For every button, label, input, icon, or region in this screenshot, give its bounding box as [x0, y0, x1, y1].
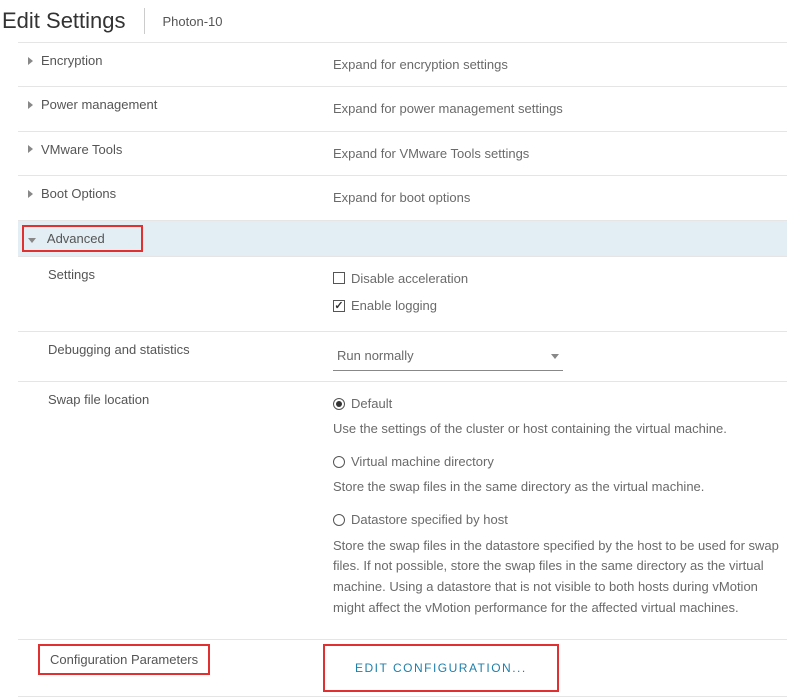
row-configuration-parameters: Configuration Parameters EDIT CONFIGURAT…	[18, 639, 787, 697]
checkbox-enable-logging[interactable]: Enable logging	[333, 294, 779, 317]
header: Edit Settings Photon-10	[0, 0, 787, 42]
highlight-box: Advanced	[22, 225, 143, 252]
row-label: Configuration Parameters	[50, 652, 198, 667]
checkbox-label: Enable logging	[351, 294, 437, 317]
chevron-right-icon	[28, 57, 33, 65]
chevron-down-icon	[551, 354, 559, 359]
row-label: Swap file location	[18, 392, 333, 407]
row-label: VMware Tools	[41, 142, 122, 157]
row-power-management[interactable]: Power management Expand for power manage…	[18, 86, 787, 130]
row-boot-options[interactable]: Boot Options Expand for boot options	[18, 175, 787, 219]
row-label: Boot Options	[41, 186, 116, 201]
row-debugging: Debugging and statistics Run normally	[18, 331, 787, 380]
chevron-right-icon	[28, 145, 33, 153]
row-label: Advanced	[47, 231, 105, 246]
radio-swap-dshost[interactable]: Datastore specified by host	[333, 508, 779, 531]
row-label: Debugging and statistics	[18, 342, 333, 357]
row-settings: Settings Disable acceleration Enable log…	[18, 256, 787, 332]
highlight-box: Configuration Parameters	[38, 644, 210, 675]
select-value: Run normally	[337, 344, 414, 367]
chevron-down-icon	[28, 238, 36, 243]
chevron-right-icon	[28, 190, 33, 198]
context-name: Photon-10	[145, 14, 223, 29]
radio-swap-default[interactable]: Default	[333, 392, 779, 415]
radio-desc: Store the swap files in the same directo…	[333, 477, 779, 498]
settings-panel: Encryption Expand for encryption setting…	[18, 42, 787, 697]
radio-selected-icon	[333, 398, 345, 410]
row-vmware-tools[interactable]: VMware Tools Expand for VMware Tools set…	[18, 131, 787, 175]
radio-icon	[333, 514, 345, 526]
radio-desc: Store the swap files in the datastore sp…	[333, 536, 779, 619]
row-advanced[interactable]: Advanced	[18, 220, 787, 256]
checkbox-label: Disable acceleration	[351, 267, 468, 290]
row-value: Expand for boot options	[333, 186, 779, 209]
checkbox-disable-acceleration[interactable]: Disable acceleration	[333, 267, 779, 290]
page-title: Edit Settings	[2, 8, 145, 34]
radio-label: Virtual machine directory	[351, 450, 494, 473]
row-encryption[interactable]: Encryption Expand for encryption setting…	[18, 42, 787, 86]
checkbox-icon	[333, 272, 345, 284]
radio-icon	[333, 456, 345, 468]
chevron-right-icon	[28, 101, 33, 109]
radio-label: Default	[351, 392, 392, 415]
row-label: Settings	[18, 267, 333, 282]
radio-swap-vmdir[interactable]: Virtual machine directory	[333, 450, 779, 473]
row-value: Expand for encryption settings	[333, 53, 779, 76]
row-swap-file-location: Swap file location Default Use the setti…	[18, 381, 787, 639]
row-value: Expand for VMware Tools settings	[333, 142, 779, 165]
debug-select[interactable]: Run normally	[333, 342, 563, 370]
row-label: Encryption	[41, 53, 102, 68]
checkbox-checked-icon	[333, 300, 345, 312]
highlight-box: EDIT CONFIGURATION...	[323, 644, 559, 692]
radio-desc: Use the settings of the cluster or host …	[333, 419, 779, 440]
radio-label: Datastore specified by host	[351, 508, 508, 531]
row-label: Power management	[41, 97, 157, 112]
row-value: Expand for power management settings	[333, 97, 779, 120]
